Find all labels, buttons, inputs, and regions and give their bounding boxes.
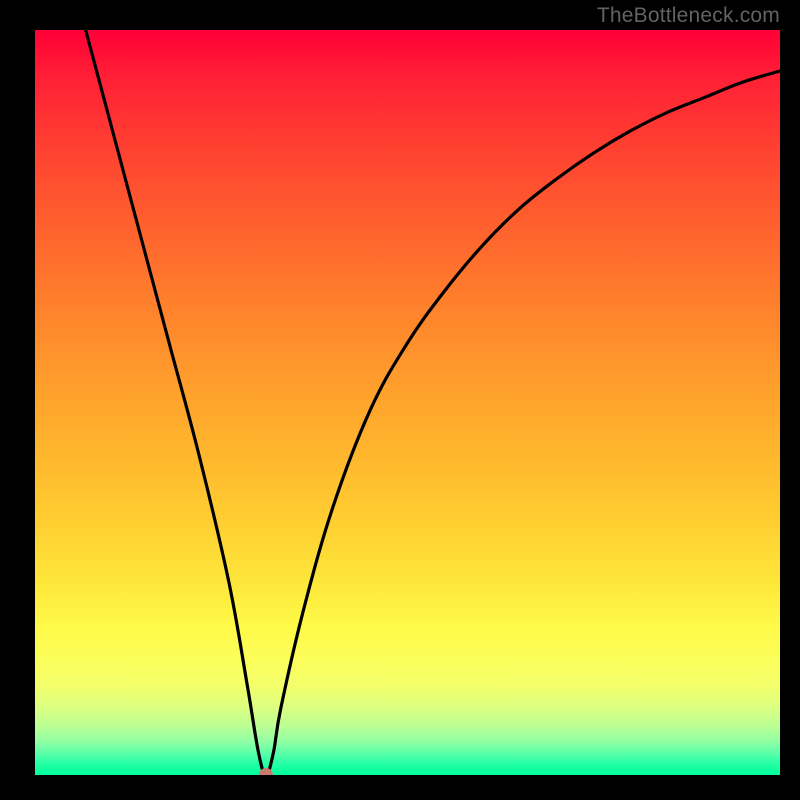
bottleneck-curve xyxy=(80,30,780,775)
chart-svg xyxy=(35,30,780,775)
plot-area xyxy=(35,30,780,775)
watermark-text: TheBottleneck.com xyxy=(597,4,780,28)
